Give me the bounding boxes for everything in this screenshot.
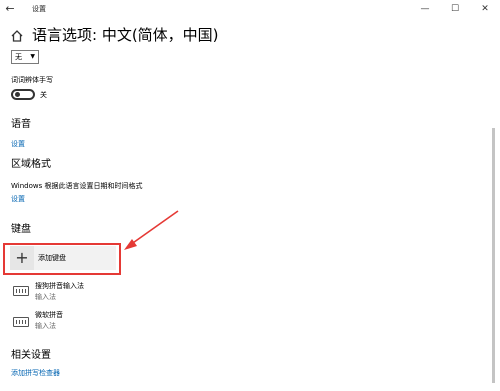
handwriting-label: 词词辨体手写 [11,76,53,84]
toggle-knob [15,92,20,97]
chevron-down-icon: ▼ [30,53,35,60]
keyboard-item-name[interactable]: 搜狗拼音输入法 [35,281,84,291]
window-title: 设置 [32,5,46,13]
back-arrow-icon[interactable]: ← [3,2,17,16]
add-spellchecker-link[interactable]: 添加拼写检查器 [11,368,60,378]
page-title: 语言选项: 中文(简体，中国) [32,26,219,44]
keyboard-item-type: 输入法 [35,322,56,330]
speech-heading: 语音 [11,119,31,130]
keyboard-heading: 键盘 [11,224,31,235]
home-icon[interactable] [10,28,24,44]
region-format-heading: 区域格式 [11,159,51,170]
region-format-description: Windows 根据此语言设置日期和时间格式 [11,182,143,190]
keyboard-icon [13,317,29,327]
handwriting-toggle[interactable] [11,89,35,100]
keyboard-item-type: 输入法 [35,293,56,301]
minimize-button[interactable]: — [410,0,440,18]
toggle-state-label: 关 [40,91,47,99]
annotation-arrow [124,210,179,250]
keyboard-item-name[interactable]: 微软拼音 [35,310,63,320]
close-button[interactable]: ✕ [470,0,500,18]
scrollbar[interactable] [492,128,495,383]
related-settings-heading: 相关设置 [11,350,51,361]
title-bar: ← 设置 — ☐ ✕ [0,0,500,18]
speech-settings-link[interactable]: 设置 [11,139,25,149]
annotation-highlight-box [3,243,121,275]
dropdown-value: 无 [15,53,22,61]
region-settings-link[interactable]: 设置 [11,194,25,204]
handwriting-font-dropdown[interactable]: 无 ▼ [11,50,39,64]
maximize-button[interactable]: ☐ [440,0,470,18]
keyboard-icon [13,286,29,296]
